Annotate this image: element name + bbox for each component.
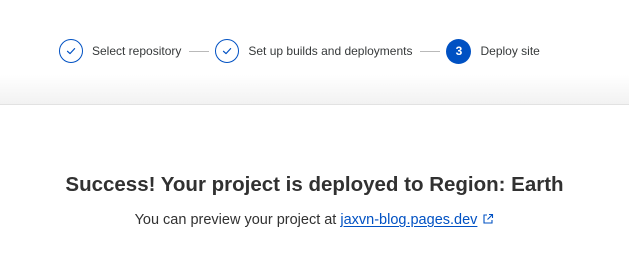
step-label: Deploy site (480, 44, 540, 58)
step-select-repository: Select repository (59, 39, 181, 63)
preview-text: You can preview your project at (134, 212, 337, 228)
progress-stepper: Select repository Set up builds and depl… (59, 38, 540, 64)
preview-link[interactable]: jaxvn-blog.pages.dev (340, 212, 477, 228)
step-1-complete-indicator (59, 39, 83, 63)
step-connector (189, 50, 210, 52)
step-label: Select repository (92, 44, 182, 58)
stepper-header: Select repository Set up builds and depl… (0, 0, 629, 104)
success-heading: Success! Your project is deployed to Reg… (65, 173, 564, 196)
step-set-up-builds: Set up builds and deployments (215, 39, 412, 63)
deploy-success-page: Select repository Set up builds and depl… (0, 0, 629, 276)
preview-message: You can preview your project at jaxvn-bl… (0, 210, 629, 230)
preview-link-text: jaxvn-blog.pages.dev (340, 212, 478, 228)
checkmark-icon (66, 48, 76, 55)
section-divider (0, 104, 629, 105)
step-deploy-site: 3 Deploy site (446, 38, 540, 64)
external-link-icon[interactable] (482, 213, 494, 225)
checkmark-icon (223, 48, 232, 55)
step-2-complete-indicator (215, 39, 240, 63)
step-connector (420, 50, 441, 52)
step-label: Set up builds and deployments (248, 44, 413, 58)
step-3-number: 3 (446, 38, 472, 64)
